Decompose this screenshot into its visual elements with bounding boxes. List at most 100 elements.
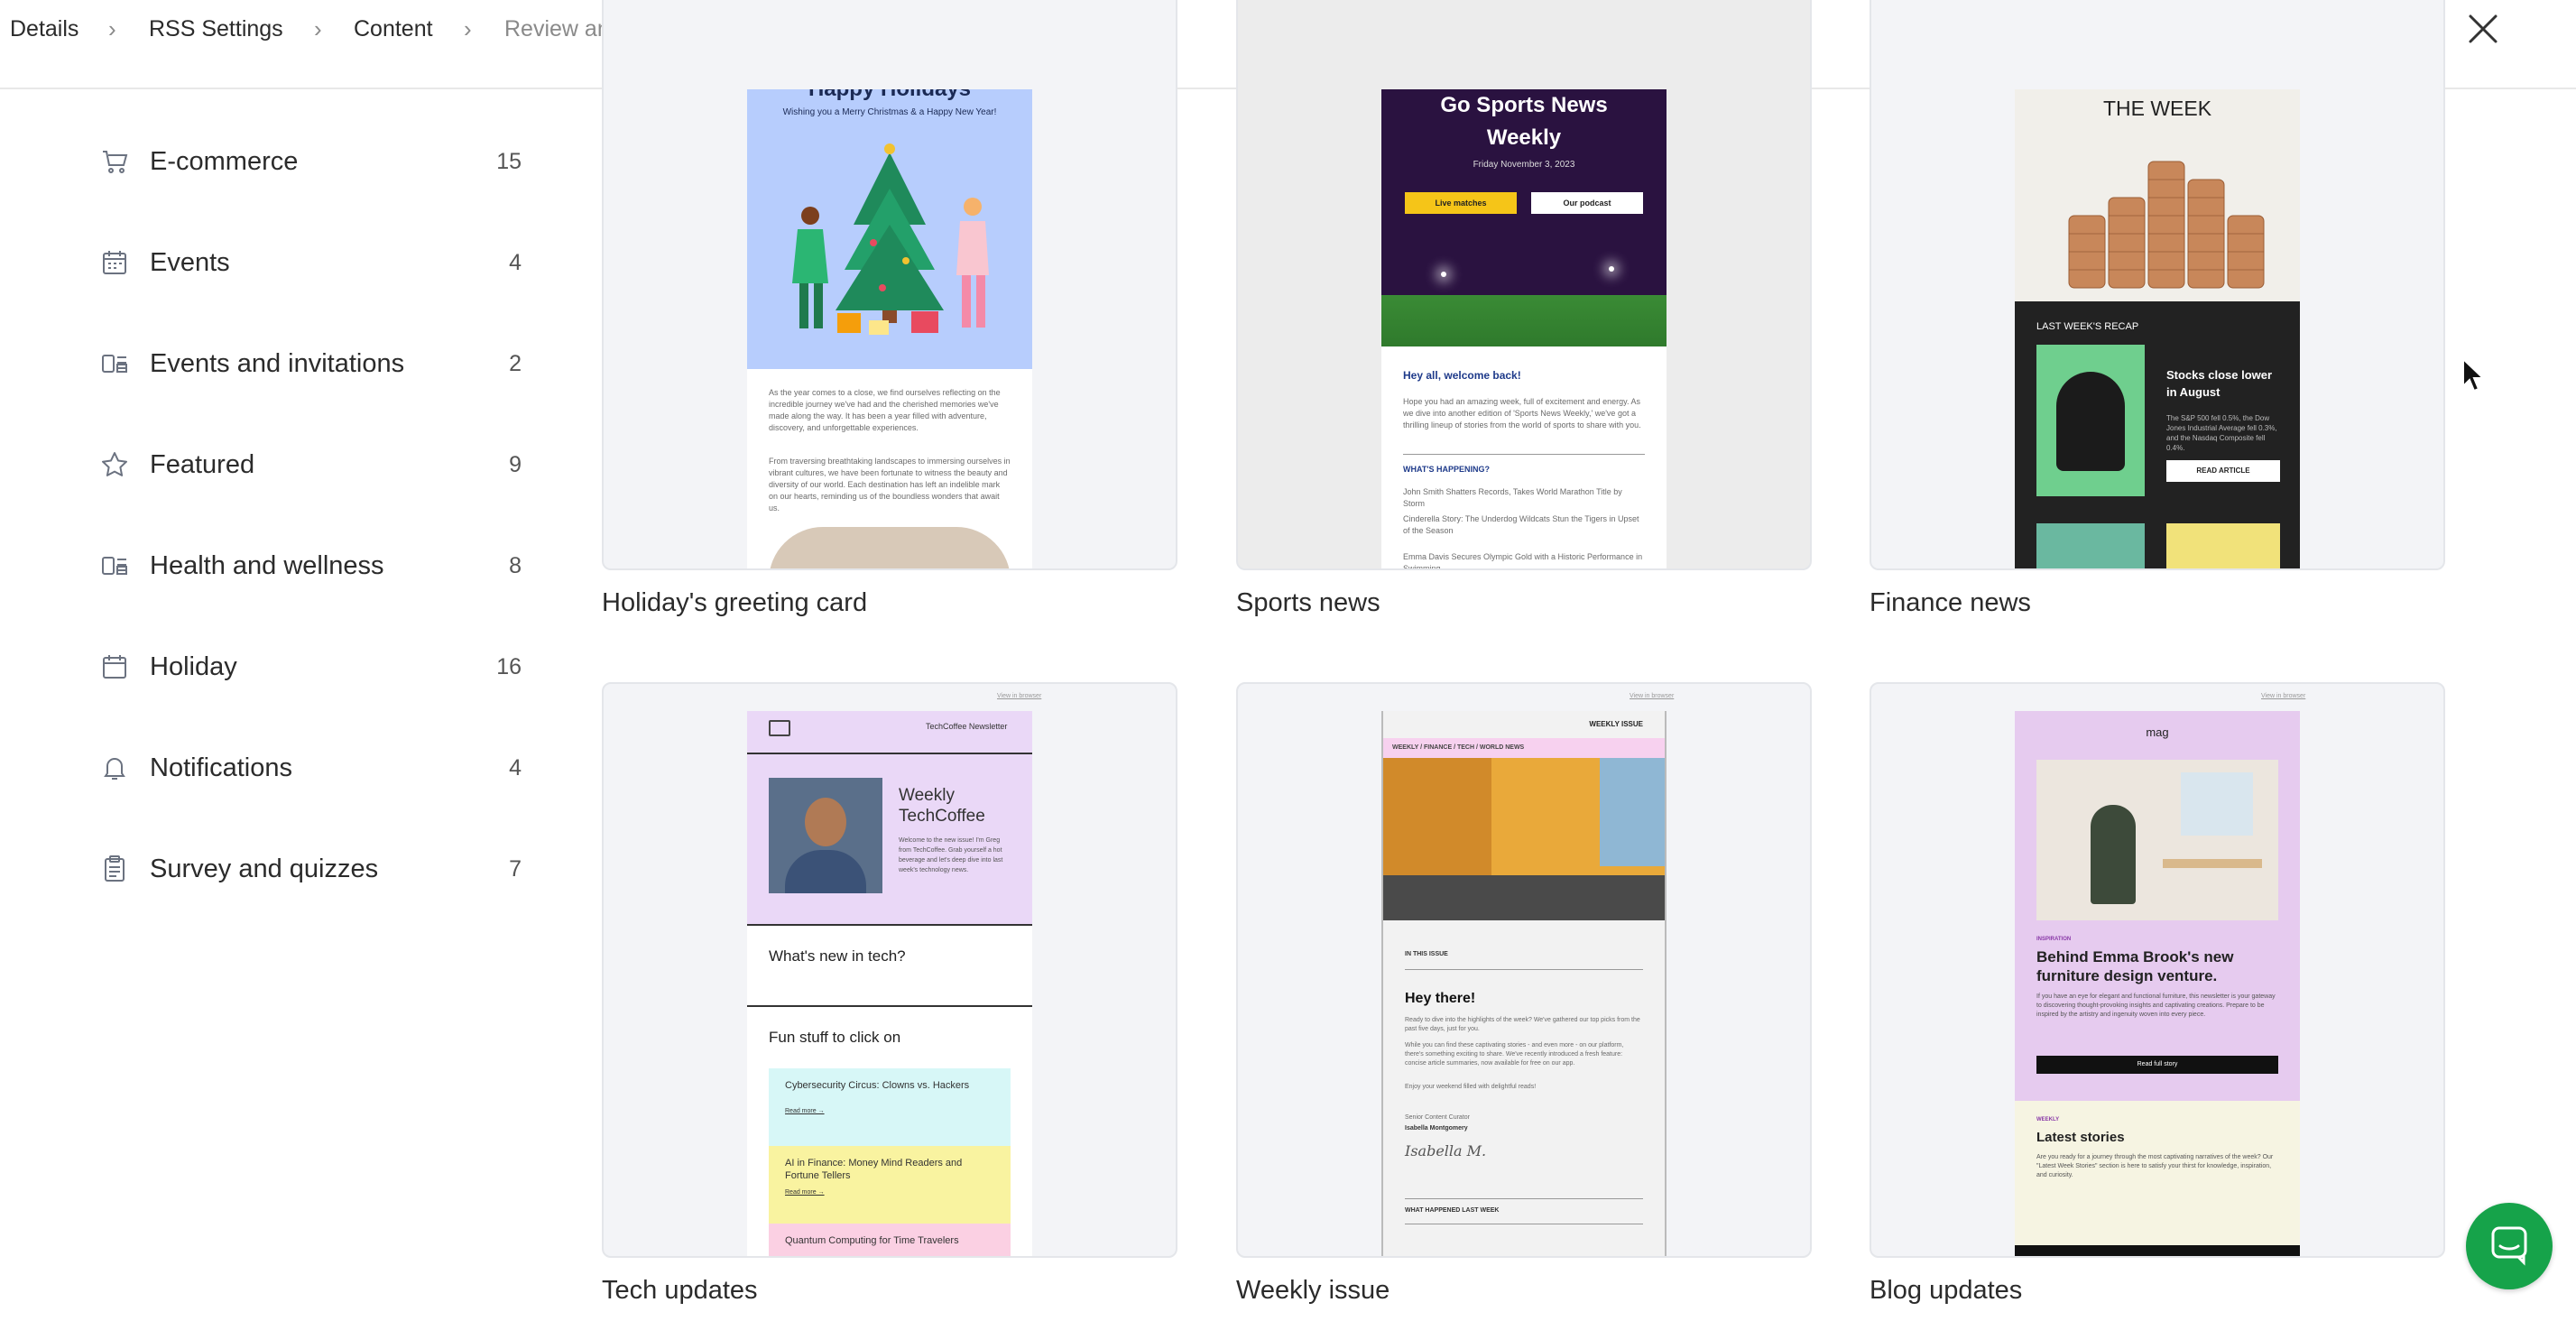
designer-photo (2036, 760, 2278, 920)
divider (1405, 1198, 1643, 1199)
template-thumbnail: TechCoffee Newsletter Weekly TechCoffee … (747, 711, 1032, 1256)
sidebar-item-count: 8 (509, 552, 522, 578)
sidebar-item-health-wellness[interactable]: Health and wellness 8 (99, 534, 532, 597)
breadcrumb-content[interactable]: Content (354, 13, 433, 45)
sidebar-item-count: 16 (496, 653, 522, 679)
chevron-right-icon: › (314, 15, 322, 42)
template-card-tech[interactable]: View in browser TechCoffee Newsletter We… (602, 682, 1177, 1258)
sidebar-item-count: 15 (496, 148, 522, 174)
chat-support-button[interactable] (2466, 1203, 2553, 1289)
template-card-finance[interactable]: FINANCE NEWS FOR THE WEEK LAST WEEK'S RE… (1870, 0, 2445, 570)
sidebar-item-survey-quizzes[interactable]: Survey and quizzes 7 (99, 837, 532, 901)
link-card-title: AI in Finance: Money Mind Readers and Fo… (785, 1158, 963, 1181)
template-name[interactable]: Holiday's greeting card (602, 588, 867, 618)
read-article-button: READ ARTICLE (2166, 460, 2280, 482)
divider (747, 924, 1032, 926)
template-card-weekly[interactable]: View in browser WEEKLY ISSUE WEEKLY / FI… (1236, 682, 1812, 1258)
template-name[interactable]: Weekly issue (1236, 1276, 1390, 1306)
thumb-paragraph: While you can find these captivating sto… (1405, 1042, 1624, 1067)
thumb-tag: WEEKLY (2036, 1117, 2060, 1122)
sidebar-item-ecommerce[interactable]: E-commerce 15 (99, 130, 532, 193)
thumb-paragraph: If you have an eye for elegant and funct… (2036, 993, 2276, 1018)
person-shape (2091, 805, 2136, 904)
sidebar-item-label: Events (150, 247, 230, 277)
sidebar-item-holiday[interactable]: Holiday 16 (99, 635, 532, 698)
latest-section: WEEKLY Latest stories Are you ready for … (2015, 1101, 2300, 1245)
template-card-sports[interactable]: Go Sports News Weekly Friday November 3,… (1236, 0, 1812, 570)
article-image (2166, 523, 2280, 568)
thumb-badge: WEEKLY ISSUE (1589, 720, 1643, 728)
sidebar-item-label: Holiday (150, 651, 237, 681)
thumb-brand: TechCoffee Newsletter (926, 722, 1008, 731)
divider (1403, 454, 1645, 455)
author-photo (769, 778, 882, 893)
calendar-icon (99, 651, 130, 682)
coins-image (2068, 161, 2265, 289)
thumb-list-item: Cinderella Story: The Underdog Wildcats … (1403, 514, 1639, 535)
live-matches-button: Live matches (1405, 192, 1517, 214)
thumb-section: What's new in tech? (769, 947, 906, 965)
divider (747, 1005, 1032, 1007)
view-in-browser-link: View in browser (1630, 693, 1675, 699)
sidebar-item-count: 9 (509, 451, 522, 477)
thumb-title: Weekly TechCoffee (899, 786, 985, 826)
street-photo (1383, 758, 1665, 920)
breadcrumb-details[interactable]: Details (10, 13, 78, 45)
desk-shape (2163, 859, 2262, 868)
template-card-blog[interactable]: View in browser mag INSPIRATION Behind E… (1870, 682, 2445, 1258)
footer-bar (2015, 1245, 2300, 1256)
sidebar-item-featured[interactable]: Featured 9 (99, 433, 532, 496)
face-shape (805, 798, 846, 846)
link-card: AI in Finance: Money Mind Readers and Fo… (769, 1146, 1011, 1224)
template-name[interactable]: Sports news (1236, 588, 1380, 618)
sidebar-item-count: 2 (509, 350, 522, 376)
shoulders-shape (785, 850, 866, 893)
star-icon (99, 449, 130, 480)
sidebar-item-label: Health and wellness (150, 550, 384, 580)
thumb-paragraph: Welcome to the new issue! I'm Greg from … (899, 837, 1003, 873)
sky-shape (1600, 758, 1665, 866)
sidebar-item-events[interactable]: Events 4 (99, 231, 532, 294)
sidebar-item-notifications[interactable]: Notifications 4 (99, 736, 532, 799)
bell-icon (99, 753, 130, 783)
thumb-section: IN THIS ISSUE (1405, 951, 1448, 957)
floodlight (1441, 272, 1446, 277)
thumb-section: WHAT HAPPENED LAST WEEK (1405, 1207, 1500, 1214)
podcast-button: Our podcast (1531, 192, 1643, 214)
template-name[interactable]: Tech updates (602, 1276, 758, 1306)
article-image (2036, 523, 2145, 568)
sidebar-item-events-invitations[interactable]: Events and invitations 2 (99, 332, 532, 395)
thumb-brand: mag (2146, 725, 2169, 739)
template-thumbnail: Go Sports News Weekly Friday November 3,… (1381, 89, 1667, 568)
clipboard-icon (99, 854, 130, 884)
article-image (2036, 345, 2145, 496)
layout-icon (99, 348, 130, 379)
artwork-shape (2181, 772, 2253, 836)
thumb-heading: Hey all, welcome back! (1403, 369, 1521, 382)
sidebar-item-count: 7 (509, 855, 522, 882)
thumb-paragraph: As the year comes to a close, we find ou… (769, 388, 1001, 432)
thumb-title: Happy Holidays (747, 89, 1032, 102)
template-name[interactable]: Blog updates (1870, 1276, 2022, 1306)
christmas-tree-illustration (792, 143, 989, 335)
thumb-headline: Behind Emma Brook's new furniture design… (2036, 948, 2234, 984)
stadium-field (1381, 295, 1667, 346)
thumb-section: Fun stuff to click on (769, 1029, 901, 1046)
close-icon[interactable] (2463, 9, 2503, 49)
thumb-list-item: John Smith Shatters Records, Takes World… (1403, 487, 1622, 508)
template-thumbnail: FINANCE NEWS FOR THE WEEK LAST WEEK'S RE… (2015, 89, 2300, 568)
thumb-paragraph: Are you ready for a journey through the … (2036, 1154, 2274, 1178)
calendar-icon (99, 247, 130, 278)
link-card-title: Quantum Computing for Time Travelers (785, 1235, 959, 1246)
template-name[interactable]: Finance news (1870, 588, 2031, 618)
template-card-holiday[interactable]: Happy Holidays Wishing you a Merry Chris… (602, 0, 1177, 570)
chevron-right-icon: › (108, 15, 116, 42)
link-card: Quantum Computing for Time Travelers (769, 1224, 1011, 1256)
view-in-browser-link: View in browser (997, 693, 1042, 699)
sidebar-item-label: Events and invitations (150, 348, 405, 378)
chat-icon (2488, 1223, 2531, 1270)
chevron-right-icon: › (464, 15, 472, 42)
breadcrumb-rss-settings[interactable]: RSS Settings (149, 13, 283, 45)
sidebar-item-count: 4 (509, 249, 522, 275)
sidebar-item-count: 4 (509, 754, 522, 781)
